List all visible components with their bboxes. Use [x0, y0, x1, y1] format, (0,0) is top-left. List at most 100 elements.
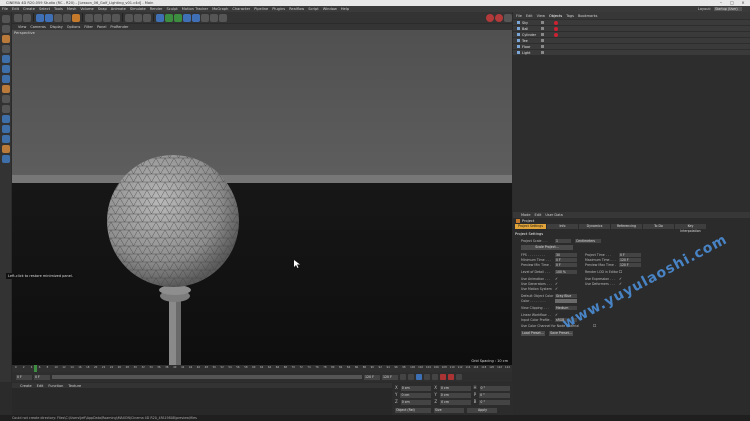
attr-menu-user-data[interactable]: User Data: [545, 213, 562, 217]
3d-viewport[interactable]: Perspective Grid Spacing : 10 cm: [12, 30, 512, 365]
menu-sculpt[interactable]: Sculpt: [167, 7, 178, 11]
menu-script[interactable]: Script: [308, 7, 318, 11]
visibility-icon[interactable]: [541, 21, 544, 24]
render-view-icon[interactable]: [125, 13, 133, 22]
solo-icon[interactable]: [1, 105, 10, 113]
default-color-dropdown[interactable]: Gray Blue: [555, 294, 577, 298]
object-menu-bookmarks[interactable]: Bookmarks: [578, 14, 598, 18]
recent-tool-icon[interactable]: [72, 13, 80, 22]
enable-axis-icon[interactable]: [1, 85, 10, 93]
lod-field[interactable]: 100 %: [555, 270, 577, 274]
viewport-menu-filter[interactable]: Filter: [84, 25, 93, 29]
object-row-tee[interactable]: Tee: [513, 38, 750, 43]
next-key-icon[interactable]: [424, 374, 430, 380]
viewport-menu-options[interactable]: Options: [67, 25, 81, 29]
scale-project-button[interactable]: Scale Project...: [521, 245, 573, 250]
timeline-playhead[interactable]: [34, 365, 37, 372]
light-icon[interactable]: [219, 13, 227, 22]
grid-icon[interactable]: [1, 145, 10, 153]
material-tag-icon[interactable]: [554, 26, 558, 31]
x-axis-icon[interactable]: [85, 13, 93, 22]
subdivision-surface-icon[interactable]: [174, 13, 182, 22]
current-frame-field[interactable]: 0 F: [34, 374, 50, 380]
object-row-light[interactable]: Light: [513, 50, 750, 55]
coordinate-mode-dropdown[interactable]: Object (Rel): [395, 407, 431, 413]
attr-menu-edit[interactable]: Edit: [535, 213, 542, 217]
size-z-field[interactable]: 0 cm: [440, 399, 471, 405]
menu-mograph[interactable]: MoGraph: [212, 7, 228, 11]
snap-icon[interactable]: [1, 115, 10, 123]
camera-icon[interactable]: [210, 13, 218, 22]
material-menu-create[interactable]: Create: [20, 384, 32, 388]
viewport-menu-panel[interactable]: Panel: [97, 25, 106, 29]
menu-character[interactable]: Character: [232, 7, 250, 11]
menu-volume[interactable]: Volume: [80, 7, 93, 11]
viewport-menu-cameras[interactable]: Cameras: [30, 25, 46, 29]
realflow-icon[interactable]: [486, 13, 494, 22]
live-selection-icon[interactable]: [36, 13, 44, 22]
tweak-icon[interactable]: [1, 95, 10, 103]
material-tag-icon[interactable]: [554, 20, 558, 25]
size-y-field[interactable]: 0 cm: [439, 392, 471, 398]
project-scale-unit-dropdown[interactable]: Centimeters: [575, 239, 601, 243]
max-time-field[interactable]: 120 F: [619, 258, 641, 262]
tab-project-settings[interactable]: Project Settings: [515, 224, 546, 229]
timeline-ruler[interactable]: 0 2 4 6 8 10 12 14 16 18 20 22 24 26 28 30 32 34 36 38 40 42 4…: [12, 365, 512, 372]
menu-animate[interactable]: Animate: [111, 7, 126, 11]
visibility-icon[interactable]: [541, 39, 544, 42]
material-menu-edit[interactable]: Edit: [37, 384, 44, 388]
go-to-start-icon[interactable]: [400, 374, 406, 380]
position-z-field[interactable]: 0 cm: [400, 399, 432, 405]
visibility-icon[interactable]: [541, 33, 544, 36]
object-row-sky[interactable]: Sky: [513, 20, 750, 25]
menu-mesh[interactable]: Mesh: [67, 7, 76, 11]
tab-info[interactable]: Info: [547, 224, 578, 229]
viewport-menu-view[interactable]: View: [18, 25, 26, 29]
object-row-ball[interactable]: Ball: [513, 26, 750, 31]
layout-dropdown[interactable]: Startup (User): [714, 7, 742, 11]
material-menu-texture[interactable]: Texture: [68, 384, 81, 388]
start-frame-field[interactable]: 0 F: [16, 374, 32, 380]
redo-icon[interactable]: [23, 13, 31, 22]
snap-settings-icon[interactable]: [1, 125, 10, 133]
spline-pen-icon[interactable]: [165, 13, 173, 22]
project-time-field[interactable]: 0 F: [619, 253, 641, 257]
viewport-menu-prorender[interactable]: ProRender: [110, 25, 128, 29]
position-y-field[interactable]: 0 cm: [400, 392, 432, 398]
color-channel-node-checkbox[interactable]: ☐: [593, 324, 597, 328]
render-picture-viewer-icon[interactable]: [134, 13, 142, 22]
object-menu-tags[interactable]: Tags: [566, 14, 574, 18]
use-motion-checkbox[interactable]: ✓: [555, 287, 559, 291]
viewport-menu-display[interactable]: Display: [50, 25, 63, 29]
tab-to-do[interactable]: To Do: [643, 224, 674, 229]
previous-key-icon[interactable]: [408, 374, 414, 380]
object-row-cylinder[interactable]: Cylinder: [513, 32, 750, 37]
tab-dynamics[interactable]: Dynamics: [579, 224, 610, 229]
rotation-p-field[interactable]: 0 °: [479, 392, 510, 398]
naming-tool-icon[interactable]: [1, 155, 10, 163]
points-mode-icon[interactable]: [1, 55, 10, 63]
cube-icon[interactable]: [156, 13, 164, 22]
project-scale-field[interactable]: 1: [555, 239, 571, 243]
menu-tools[interactable]: Tools: [54, 7, 63, 11]
undo-icon[interactable]: [14, 13, 22, 22]
menu-simulate[interactable]: Simulate: [130, 7, 146, 11]
use-animation-checkbox[interactable]: ✓: [555, 277, 559, 281]
menu-help[interactable]: Help: [341, 7, 349, 11]
attr-menu-mode[interactable]: Mode: [521, 213, 531, 217]
autokey-icon[interactable]: [448, 374, 454, 380]
workplane-icon[interactable]: [1, 45, 10, 53]
go-to-end-icon[interactable]: [432, 374, 438, 380]
y-axis-icon[interactable]: [94, 13, 102, 22]
visibility-icon[interactable]: [541, 27, 544, 30]
menu-window[interactable]: Window: [323, 7, 337, 11]
floor-icon[interactable]: [201, 13, 209, 22]
size-x-field[interactable]: 0 cm: [440, 385, 471, 391]
object-menu-view[interactable]: View: [537, 14, 545, 18]
size-mode-dropdown[interactable]: Size: [434, 407, 464, 413]
linear-workflow-checkbox[interactable]: ✓: [555, 313, 559, 317]
z-axis-icon[interactable]: [103, 13, 111, 22]
preview-max-field[interactable]: 120 F: [619, 263, 641, 267]
color-swatch[interactable]: [555, 299, 577, 303]
rotation-h-field[interactable]: 0 °: [479, 385, 511, 391]
